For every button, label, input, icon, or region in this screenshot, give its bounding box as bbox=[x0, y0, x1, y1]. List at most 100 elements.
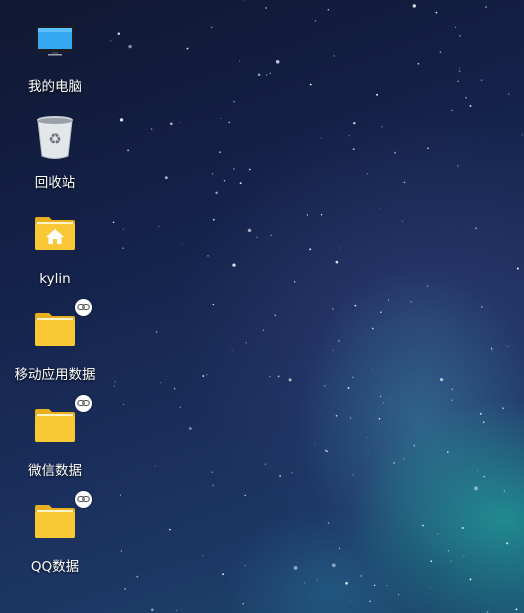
computer-icon bbox=[31, 18, 79, 66]
star bbox=[352, 474, 354, 476]
star bbox=[202, 375, 205, 377]
star bbox=[429, 586, 431, 588]
trash-icon: ♻ bbox=[31, 114, 79, 162]
star bbox=[335, 414, 338, 417]
star bbox=[160, 382, 162, 384]
star bbox=[119, 118, 124, 122]
star bbox=[239, 60, 241, 62]
icon-label: 回收站 bbox=[34, 175, 76, 191]
star bbox=[455, 26, 457, 28]
star bbox=[304, 582, 306, 584]
star bbox=[243, 0, 245, 2]
star bbox=[507, 345, 509, 348]
link-badge-icon bbox=[75, 395, 92, 412]
star bbox=[324, 385, 326, 387]
desktop-icon-trash[interactable]: ♻ 回收站 bbox=[8, 110, 102, 196]
star bbox=[215, 191, 218, 194]
star bbox=[314, 20, 317, 22]
star bbox=[291, 472, 293, 474]
star bbox=[446, 451, 449, 454]
star bbox=[326, 450, 328, 453]
star bbox=[332, 308, 334, 310]
star bbox=[288, 378, 292, 382]
star bbox=[349, 600, 351, 602]
link-badge-icon bbox=[75, 299, 92, 316]
star bbox=[245, 342, 247, 344]
star bbox=[248, 168, 251, 171]
star bbox=[188, 426, 192, 431]
star bbox=[268, 375, 271, 378]
star bbox=[485, 6, 487, 8]
star bbox=[309, 248, 312, 251]
star bbox=[463, 555, 465, 558]
star bbox=[128, 44, 132, 49]
star bbox=[169, 122, 173, 126]
star bbox=[150, 128, 153, 130]
star bbox=[387, 299, 389, 301]
star bbox=[270, 234, 272, 236]
desktop-icon-mobile-app-data[interactable]: 移动应用数据 bbox=[8, 299, 102, 388]
star bbox=[337, 339, 340, 342]
star bbox=[232, 263, 236, 267]
star bbox=[127, 149, 129, 152]
star bbox=[461, 527, 464, 529]
star bbox=[333, 55, 336, 57]
star bbox=[394, 151, 396, 154]
star bbox=[327, 522, 330, 525]
star bbox=[473, 486, 478, 491]
star bbox=[269, 72, 271, 74]
star bbox=[380, 208, 382, 209]
star bbox=[220, 117, 222, 119]
star bbox=[366, 173, 368, 175]
star bbox=[457, 80, 459, 82]
star bbox=[223, 180, 226, 182]
star bbox=[338, 547, 341, 549]
star bbox=[293, 281, 296, 283]
star bbox=[316, 579, 318, 581]
folder-icon bbox=[31, 299, 92, 354]
star bbox=[352, 148, 355, 151]
star bbox=[277, 375, 280, 378]
star bbox=[410, 300, 413, 303]
star bbox=[386, 584, 388, 587]
star bbox=[279, 475, 281, 477]
star bbox=[314, 443, 316, 445]
star bbox=[155, 331, 158, 333]
star bbox=[451, 109, 453, 112]
star bbox=[228, 121, 230, 124]
star bbox=[180, 122, 182, 124]
star bbox=[206, 373, 208, 376]
star bbox=[348, 135, 350, 137]
home-folder-icon bbox=[31, 210, 79, 258]
star bbox=[320, 214, 323, 216]
star bbox=[426, 285, 429, 288]
star bbox=[211, 471, 214, 473]
desktop-icon-home-folder[interactable]: kylin bbox=[8, 206, 102, 292]
star bbox=[371, 327, 374, 330]
icon-label: kylin bbox=[39, 271, 71, 287]
star bbox=[503, 490, 506, 492]
star bbox=[239, 182, 242, 185]
star bbox=[110, 40, 112, 42]
star bbox=[114, 381, 116, 383]
star bbox=[515, 608, 518, 611]
star bbox=[447, 550, 450, 552]
star bbox=[373, 584, 376, 587]
star bbox=[477, 470, 478, 472]
star bbox=[242, 603, 244, 605]
desktop-icon-qq-data[interactable]: QQ数据 bbox=[8, 491, 102, 580]
star bbox=[257, 73, 261, 76]
star bbox=[457, 165, 459, 167]
star bbox=[481, 306, 483, 308]
star bbox=[218, 151, 221, 154]
desktop-icon-my-computer[interactable]: 我的电脑 bbox=[8, 14, 102, 100]
star bbox=[353, 121, 356, 125]
star bbox=[179, 406, 182, 409]
folder-icon bbox=[31, 491, 92, 546]
icon-label: 我的电脑 bbox=[28, 79, 82, 95]
star bbox=[435, 11, 438, 14]
desktop-icon-wechat-data[interactable]: 微信数据 bbox=[8, 395, 102, 484]
star bbox=[366, 437, 368, 439]
star bbox=[459, 35, 461, 37]
star bbox=[459, 67, 461, 69]
